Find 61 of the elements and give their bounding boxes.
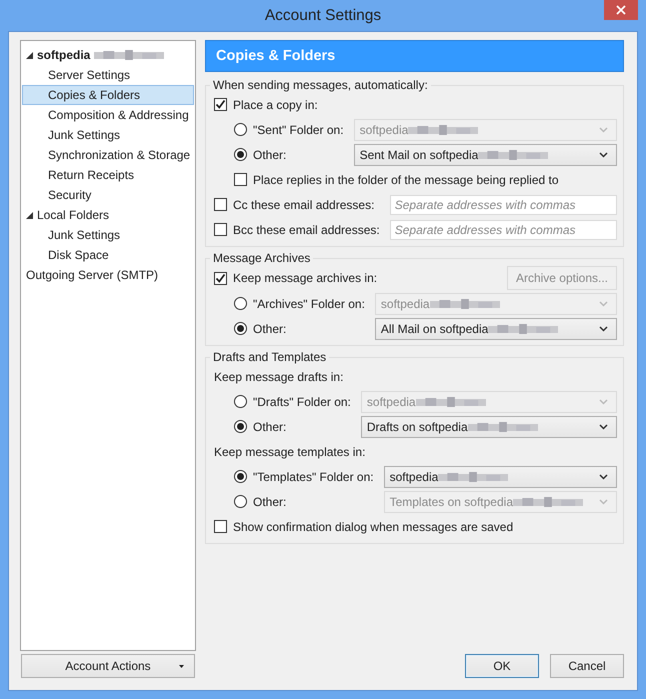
tree-item[interactable]: Junk Settings — [22, 225, 194, 245]
checkbox-label: Show confirmation dialog when messages are saved — [233, 520, 514, 534]
tree-item[interactable]: Outgoing Server (SMTP) — [22, 265, 194, 285]
checkbox[interactable] — [214, 198, 227, 211]
checkbox-label: Place a copy in: — [233, 98, 318, 112]
checkbox[interactable] — [214, 98, 227, 111]
radio-label: "Archives" Folder on: — [253, 296, 365, 310]
expander-icon[interactable] — [26, 52, 33, 58]
tree-item[interactable]: Synchronization & Storage — [22, 145, 194, 165]
tree-item[interactable]: softpedia — [22, 45, 194, 65]
radio-button[interactable] — [234, 322, 247, 335]
checkbox-label: Place replies in the folder of the message being replied to — [253, 172, 559, 186]
radio-button[interactable] — [234, 495, 247, 508]
folder-dropdown[interactable]: All Mail on softpedia — [374, 318, 617, 340]
dialog-button[interactable]: Cancel — [550, 654, 624, 678]
checkbox[interactable] — [234, 173, 247, 186]
checkbox-label: Keep message archives in: — [233, 271, 378, 285]
radio-label: Other: — [253, 494, 286, 508]
close-button[interactable] — [604, 0, 638, 20]
checkbox[interactable] — [214, 272, 227, 284]
radio-button[interactable] — [234, 420, 247, 433]
radio-label: Other: — [253, 148, 286, 162]
radio-button[interactable] — [234, 297, 247, 310]
radio-label: "Sent" Folder on: — [253, 122, 344, 136]
group-legend: Message Archives — [210, 251, 314, 265]
radio-button[interactable] — [234, 148, 247, 161]
folder-dropdown[interactable]: Sent Mail on softpedia — [354, 144, 617, 166]
folder-dropdown[interactable]: Drafts on softpedia — [360, 416, 617, 438]
radio-button[interactable] — [234, 470, 247, 483]
radio-label: Other: — [253, 322, 286, 336]
checkbox[interactable] — [214, 223, 227, 236]
caret-icon — [179, 665, 184, 668]
folder-dropdown[interactable]: softpedia — [384, 466, 617, 488]
expander-icon[interactable] — [26, 212, 33, 218]
checkbox-label: Bcc these email addresses: — [233, 222, 380, 236]
dialog-button[interactable]: OK — [465, 654, 539, 678]
input-field[interactable]: Separate addresses with commas — [390, 220, 617, 240]
radio-label: "Templates" Folder on: — [253, 470, 374, 484]
account-actions-button[interactable]: Account Actions — [21, 654, 195, 678]
section-label: Keep message templates in: — [214, 444, 366, 458]
tree-item[interactable]: Disk Space — [22, 245, 194, 265]
checkbox[interactable] — [214, 520, 227, 533]
radio-button[interactable] — [234, 123, 247, 136]
tree-item[interactable]: Server Settings — [22, 65, 194, 85]
close-icon — [616, 5, 626, 15]
tree-item[interactable]: Composition & Addressing — [22, 105, 194, 125]
tree-item[interactable]: Copies & Folders — [22, 85, 194, 105]
page-title-banner: Copies & Folders — [205, 40, 624, 72]
tree-item[interactable]: Security — [22, 185, 194, 205]
radio-label: Other: — [253, 420, 286, 434]
tree-item[interactable]: Local Folders — [22, 205, 194, 225]
checkbox-label: Cc these email addresses: — [233, 198, 374, 212]
window-title: Account Settings — [264, 6, 382, 24]
section-label: Keep message drafts in: — [214, 370, 344, 384]
radio-button[interactable] — [234, 395, 247, 408]
group-legend: When sending messages, automatically: — [210, 78, 431, 92]
input-field[interactable]: Separate addresses with commas — [390, 194, 617, 214]
tree-item[interactable]: Junk Settings — [22, 125, 194, 145]
group-legend: Drafts and Templates — [210, 350, 330, 364]
radio-label: "Drafts" Folder on: — [253, 394, 351, 408]
tree-item[interactable]: Return Receipts — [22, 165, 194, 185]
